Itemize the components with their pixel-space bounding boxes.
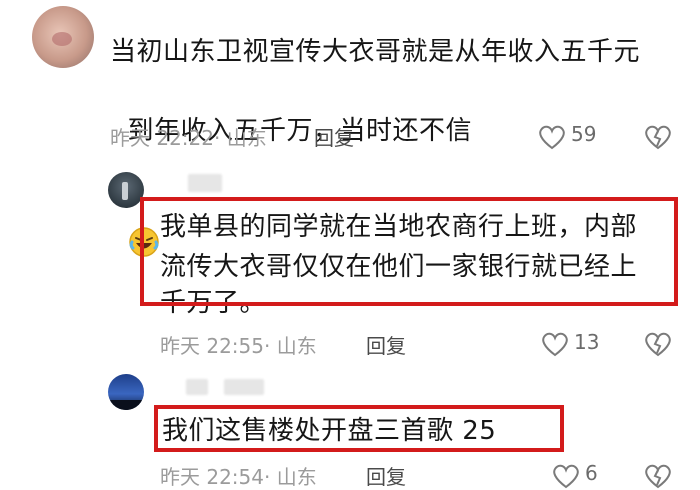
comment-text-line: 我们这售楼处开盘三首歌 25	[162, 416, 497, 446]
timestamp-text: 昨天 22:55	[160, 334, 264, 358]
reply-button[interactable]: 回复	[366, 330, 406, 359]
avatar[interactable]	[32, 6, 94, 68]
reply-button[interactable]: 回复	[366, 461, 406, 490]
avatar-face-detail	[52, 32, 72, 46]
username-blurred	[188, 174, 222, 192]
username-blurred	[224, 379, 264, 395]
username-blurred	[186, 379, 208, 395]
like-count: 13	[574, 330, 600, 354]
broken-heart-icon[interactable]	[644, 463, 672, 489]
avatar-figure-detail	[122, 182, 128, 200]
heart-icon[interactable]	[552, 463, 580, 489]
location-text: · 山东	[264, 465, 317, 489]
comment-text-line: 我单县的同学就在当地农商行上班，内部	[160, 212, 638, 242]
comment-timestamp: 昨天 22:22· 山东	[110, 122, 267, 151]
comment-timestamp: 昨天 22:54· 山东	[160, 461, 317, 490]
comment-text-line: 流传大衣哥仅仅在他们一家银行就已经上	[160, 252, 638, 282]
avatar[interactable]	[108, 374, 144, 410]
timestamp-text: 昨天 22:54	[160, 465, 264, 489]
location-text: · 山东	[214, 126, 267, 150]
timestamp-text: 昨天 22:22	[110, 126, 214, 150]
broken-heart-icon[interactable]	[644, 331, 672, 357]
like-count: 6	[585, 461, 598, 485]
avatar-skyline-detail	[108, 400, 144, 410]
heart-icon[interactable]	[541, 331, 569, 357]
like-count: 59	[571, 122, 597, 146]
broken-heart-icon[interactable]	[644, 124, 672, 150]
reply-button[interactable]: 回复	[314, 122, 354, 151]
comment-text-line: 当初山东卫视宣传大衣哥就是从年收入五千元	[110, 37, 641, 67]
avatar[interactable]	[108, 172, 144, 208]
comment-text-line: 千万了。	[160, 288, 267, 318]
heart-icon[interactable]	[538, 124, 566, 150]
location-text: · 山东	[264, 334, 317, 358]
comment-timestamp: 昨天 22:55· 山东	[160, 330, 317, 359]
